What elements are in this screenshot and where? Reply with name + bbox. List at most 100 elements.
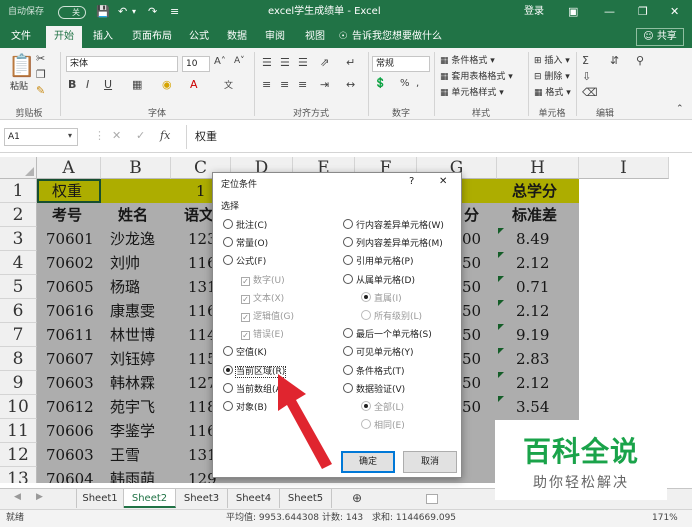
find-select-icon[interactable]: ⚲ — [636, 54, 644, 67]
ok-button[interactable]: 确定 — [341, 451, 395, 473]
restore-icon[interactable]: ❐ — [638, 5, 648, 19]
autosum-icon[interactable]: Σ — [582, 54, 589, 67]
confirm-entry-icon[interactable]: ✓ — [136, 129, 145, 142]
fill-color-icon[interactable]: ◉ — [162, 78, 172, 91]
row-header-10[interactable]: 10 — [0, 395, 37, 419]
row-header-5[interactable]: 5 — [0, 275, 37, 299]
sheet-tab-sheet1[interactable]: Sheet1 — [76, 489, 124, 508]
sort-filter-icon[interactable]: ⇵ — [610, 54, 619, 67]
autosave-toggle[interactable]: 关 — [58, 6, 86, 19]
share-button[interactable]: ☺ 共享 — [636, 28, 684, 46]
conditional-format-button[interactable]: ▦ 条件格式 ▾ — [440, 54, 495, 68]
cell-style-button[interactable]: ▦ 单元格样式 ▾ — [440, 86, 504, 100]
align-bottom-icon[interactable]: ☰ — [298, 56, 308, 69]
option-right-3[interactable]: 从属单元格(D) — [343, 273, 415, 288]
option-right-7[interactable]: 可见单元格(Y) — [343, 346, 414, 360]
row-header-3[interactable]: 3 — [0, 227, 37, 251]
row-header-8[interactable]: 8 — [0, 347, 37, 371]
option-right-8[interactable]: 条件格式(T) — [343, 364, 405, 379]
clear-icon[interactable]: ⌫ — [582, 86, 598, 99]
undo-dropdown-icon[interactable]: ▾ — [132, 5, 136, 19]
italic-icon[interactable]: I — [86, 78, 89, 91]
prev-sheet-icon[interactable]: ◀ — [14, 492, 21, 502]
orientation-icon[interactable]: ⇗ — [320, 56, 329, 69]
column-header-i[interactable]: I — [579, 157, 669, 179]
format-painter-icon[interactable]: ✎ — [36, 84, 45, 97]
align-center-icon[interactable]: ≡ — [280, 78, 289, 91]
tab-insert[interactable]: 插入 — [86, 26, 120, 48]
sheet-tab-sheet2[interactable]: Sheet2 — [124, 489, 176, 508]
insert-function-icon[interactable]: fx — [160, 129, 170, 142]
formula-input[interactable]: 权重 — [186, 125, 684, 149]
paste-icon[interactable]: 📋 — [8, 54, 35, 79]
row-header-12[interactable]: 12 — [0, 443, 37, 467]
row-header-9[interactable]: 9 — [0, 371, 37, 395]
horizontal-scrollbar[interactable] — [426, 494, 438, 504]
row-header-1[interactable]: 1 — [0, 179, 37, 203]
row-header-4[interactable]: 4 — [0, 251, 37, 275]
align-right-icon[interactable]: ≡ — [298, 78, 307, 91]
name-box[interactable]: A1 — [4, 128, 78, 146]
redo-icon[interactable]: ↷ — [148, 5, 157, 19]
option-right-2[interactable]: 引用单元格(P) — [343, 255, 413, 269]
cancel-button[interactable]: 取消 — [403, 451, 457, 473]
formula-options-icon[interactable]: ⋮ — [94, 129, 105, 142]
sheet-tab-sheet3[interactable]: Sheet3 — [176, 489, 228, 508]
tab-file[interactable]: 文件 — [6, 26, 36, 48]
delete-cells-button[interactable]: ⊟ 删除 ▾ — [534, 70, 570, 84]
tab-home[interactable]: 开始 — [46, 26, 82, 48]
close-window-icon[interactable]: ✕ — [670, 5, 679, 19]
minimize-icon[interactable]: — — [604, 5, 615, 19]
insert-cells-button[interactable]: ⊞ 插入 ▾ — [534, 54, 570, 68]
table-format-button[interactable]: ▦ 套用表格格式 ▾ — [440, 70, 513, 84]
login-link[interactable]: 登录 — [524, 5, 544, 19]
column-header-b[interactable]: B — [101, 157, 171, 179]
bold-icon[interactable]: B — [68, 78, 76, 91]
format-cells-button[interactable]: ▦ 格式 ▾ — [534, 86, 571, 100]
sheet-tab-sheet4[interactable]: Sheet4 — [228, 489, 280, 508]
row-header-11[interactable]: 11 — [0, 419, 37, 443]
tab-view[interactable]: 视图 — [300, 26, 330, 48]
wrap-text-icon[interactable]: ↵ — [346, 56, 355, 69]
font-size-select[interactable]: 10 — [182, 56, 210, 72]
increase-font-icon[interactable]: A˄ — [214, 56, 226, 67]
tab-page-layout[interactable]: 页面布局 — [126, 26, 178, 48]
select-all-corner[interactable] — [0, 157, 37, 179]
align-middle-icon[interactable]: ☰ — [280, 56, 290, 69]
row-header-7[interactable]: 7 — [0, 323, 37, 347]
decrease-font-icon[interactable]: A˅ — [234, 56, 245, 66]
dialog-close-icon[interactable]: ✕ — [439, 176, 447, 187]
add-sheet-icon[interactable]: ⊕ — [352, 491, 362, 505]
zoom-level[interactable]: 171% — [652, 510, 678, 527]
font-name-select[interactable]: 宋体 — [66, 56, 178, 72]
paste-button[interactable]: 粘贴 — [10, 80, 28, 94]
currency-icon[interactable]: 💲 — [374, 78, 386, 89]
tab-data[interactable]: 数据 — [222, 26, 252, 48]
align-left-icon[interactable]: ≡ — [262, 78, 271, 91]
ribbon-display-icon[interactable]: ▣ — [568, 5, 578, 19]
row-header-2[interactable]: 2 — [0, 203, 37, 227]
column-header-a[interactable]: A — [37, 157, 101, 179]
align-top-icon[interactable]: ☰ — [262, 56, 272, 69]
option-left-1[interactable]: 常量(O) — [223, 237, 268, 251]
option-left-2[interactable]: 公式(F) — [223, 255, 266, 269]
collapse-ribbon-icon[interactable]: ⌃ — [676, 104, 684, 114]
fill-icon[interactable]: ⇩ — [582, 70, 591, 83]
dialog-help-icon[interactable]: ? — [409, 176, 414, 187]
copy-icon[interactable]: ❐ — [36, 68, 46, 81]
column-header-h[interactable]: H — [497, 157, 579, 179]
save-icon[interactable]: 💾 — [96, 5, 110, 19]
row-header-13[interactable]: 13 — [0, 467, 37, 483]
quick-access-dropdown-icon[interactable]: ≡ — [170, 5, 179, 19]
percent-icon[interactable]: % — [400, 78, 410, 89]
tab-review[interactable]: 审阅 — [260, 26, 290, 48]
number-format-select[interactable]: 常规 — [372, 56, 430, 72]
font-color-icon[interactable]: A — [190, 78, 198, 91]
merge-center-icon[interactable]: ↔ — [346, 78, 355, 91]
cancel-entry-icon[interactable]: ✕ — [112, 129, 121, 142]
tab-formulas[interactable]: 公式 — [184, 26, 214, 48]
row-header-6[interactable]: 6 — [0, 299, 37, 323]
underline-icon[interactable]: U — [104, 78, 112, 91]
border-icon[interactable]: ▦ — [132, 78, 142, 91]
comma-icon[interactable]: , — [416, 78, 419, 89]
